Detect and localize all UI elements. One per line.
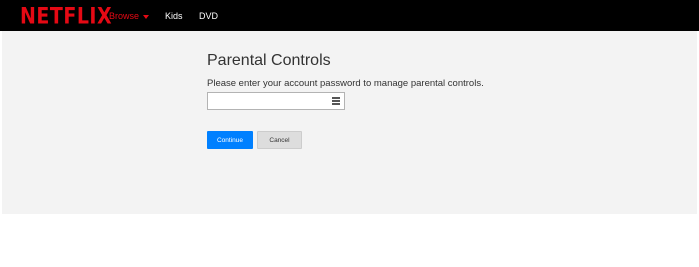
top-navigation-bar: NETFLIX Browse Kids DVD — [0, 0, 699, 31]
password-field[interactable] — [207, 92, 345, 111]
netflix-logo[interactable]: NETFLIX — [20, 4, 112, 29]
nav-browse-label: Browse — [109, 11, 140, 21]
nav-dvd[interactable]: DVD — [199, 11, 218, 21]
chevron-down-icon — [143, 14, 150, 19]
password-manager-icon[interactable] — [332, 97, 340, 105]
nav-browse[interactable]: Browse — [109, 11, 150, 21]
continue-button[interactable]: Continue — [207, 131, 253, 149]
instruction-text: Please enter your account password to ma… — [207, 78, 484, 89]
nav-kids[interactable]: Kids — [165, 11, 183, 21]
main-content: Parental Controls Please enter your acco… — [2, 31, 697, 214]
page-title: Parental Controls — [207, 52, 331, 69]
password-input[interactable] — [208, 95, 334, 111]
cancel-button[interactable]: Cancel — [257, 131, 302, 149]
